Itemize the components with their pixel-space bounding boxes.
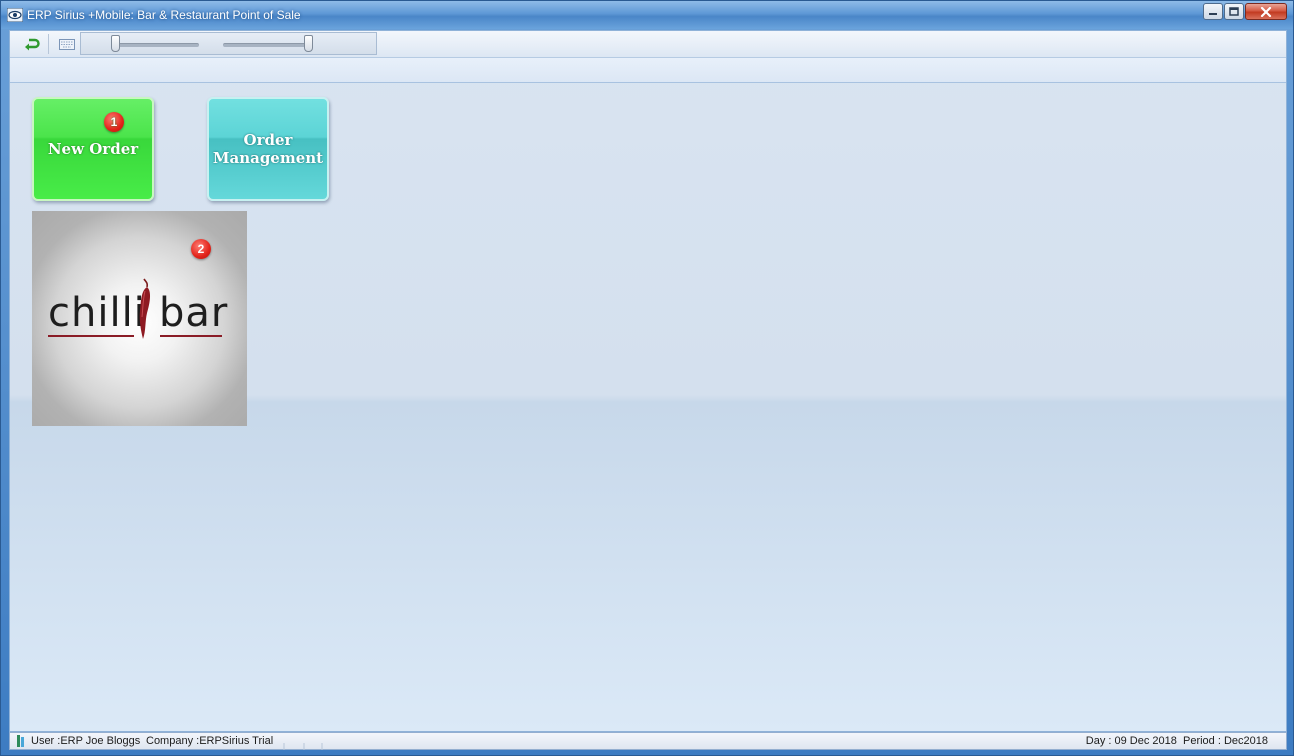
app-window: ERP Sirius +Mobile: Bar & Restaurant Poi… [0, 0, 1294, 756]
slider-1-track[interactable] [111, 43, 199, 47]
zoom-sliders-panel [80, 32, 377, 55]
logo-underline-right [160, 335, 222, 337]
maximize-button[interactable] [1224, 3, 1244, 20]
chilli-pepper-icon [135, 277, 155, 348]
app-eye-icon [6, 7, 24, 23]
close-icon [1260, 6, 1272, 17]
sub-toolbar [10, 58, 1286, 83]
minimize-icon [1209, 12, 1217, 15]
minimize-button[interactable] [1203, 3, 1223, 20]
window-controls [1203, 3, 1287, 20]
status-company: Company :ERPSirius Trial [146, 735, 274, 747]
toolbar [10, 31, 1286, 58]
logo-word-right: bar [159, 290, 229, 336]
status-bar: User :ERP Joe Bloggs Company :ERPSirius … [9, 732, 1287, 750]
client-area: New Order 1 Order Management chilli bar … [9, 30, 1287, 732]
order-management-button[interactable]: Order Management [207, 97, 329, 201]
order-management-label: Order Management [212, 131, 324, 167]
status-day-period: Day : 09 Dec 2018 Period : Dec2018 [1085, 735, 1268, 747]
logo-badge: 2 [191, 239, 211, 259]
logo-word-left: chilli [48, 290, 146, 336]
chillibar-logo-tile[interactable]: chilli bar 2 [32, 211, 247, 426]
window-title: ERP Sirius +Mobile: Bar & Restaurant Poi… [27, 8, 301, 22]
toolbar-separator [48, 34, 49, 54]
status-user: User :ERP Joe Bloggs [31, 735, 141, 747]
slider-2-track[interactable] [223, 43, 313, 47]
title-bar[interactable]: ERP Sirius +Mobile: Bar & Restaurant Poi… [1, 1, 1293, 29]
close-button[interactable] [1245, 3, 1287, 20]
logo-underline-left [48, 335, 134, 337]
new-order-badge: 1 [104, 112, 124, 132]
new-order-label: New Order [47, 140, 139, 158]
keyboard-icon[interactable] [58, 35, 76, 53]
status-separators [272, 741, 324, 750]
slider-2-thumb[interactable] [304, 35, 313, 52]
back-arrow-icon[interactable] [23, 35, 41, 53]
maximize-icon [1229, 7, 1239, 16]
slider-1-thumb[interactable] [111, 35, 120, 52]
status-icon [16, 734, 26, 748]
new-order-button[interactable]: New Order 1 [32, 97, 154, 201]
